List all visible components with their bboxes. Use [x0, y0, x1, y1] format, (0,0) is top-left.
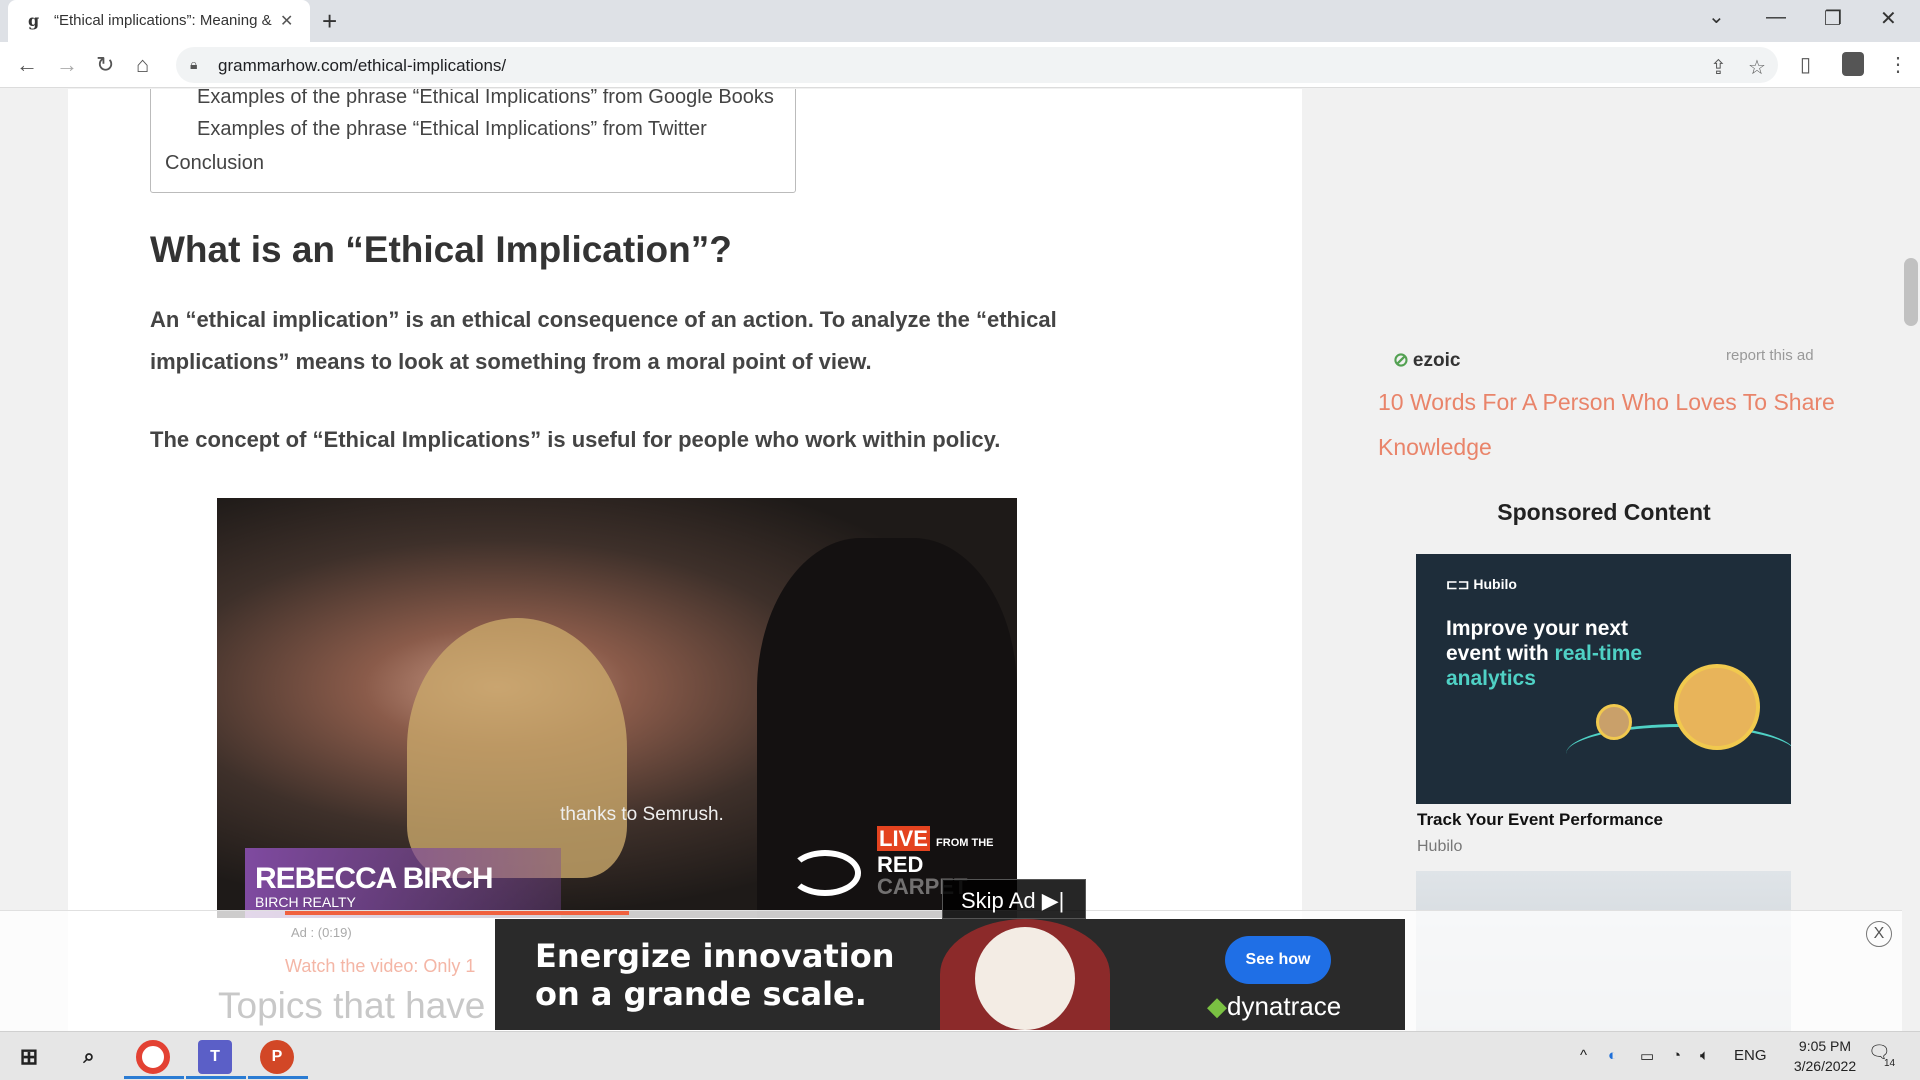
clock[interactable]: 9:05 PM 3/26/2022: [1770, 1036, 1880, 1076]
minimize-button[interactable]: —: [1766, 6, 1786, 29]
teams-icon[interactable]: T: [198, 1040, 232, 1074]
active-indicator: [248, 1076, 308, 1079]
tab-search-chevron-icon[interactable]: ⌄: [1708, 4, 1725, 29]
brand-from-the: FROM THE: [936, 837, 994, 849]
semrush-logo-icon: [789, 850, 861, 896]
language-indicator[interactable]: ENG: [1734, 1047, 1767, 1064]
address-bar[interactable]: 🔒︎ grammarhow.com/ethical-implications/ …: [176, 47, 1778, 83]
banner-headline: Energize innovation on a grande scale.: [535, 937, 894, 1013]
dynatrace-mark-icon: ◆: [1207, 991, 1227, 1021]
dynatrace-logo-text: dynatrace: [1227, 991, 1342, 1021]
close-tab-icon[interactable]: ✕: [280, 11, 293, 31]
new-tab-button[interactable]: +: [322, 6, 337, 37]
skip-ad-label: Skip Ad ▶|: [961, 888, 1065, 913]
close-ad-button[interactable]: X: [1866, 921, 1892, 947]
maximize-button[interactable]: ❐: [1824, 6, 1842, 31]
paragraph-line: implications” means to look at something…: [150, 349, 872, 374]
ad-progress-bar: [285, 911, 629, 915]
section-heading: What is an “Ethical Implication”?: [150, 229, 732, 270]
video-figure: [407, 618, 627, 878]
see-how-button[interactable]: See how: [1225, 936, 1331, 984]
scrollbar-thumb[interactable]: [1904, 258, 1918, 326]
url-text[interactable]: grammarhow.com/ethical-implications/: [218, 56, 506, 76]
close-window-button[interactable]: ✕: [1880, 6, 1897, 31]
watch-video-link[interactable]: Watch the video: Only 1: [285, 956, 475, 977]
taskbar: ⊞ ⌕ T P ^ ◐ ▭ ◔ 🔈︎ ENG 9:05 PM 3/26/2022…: [0, 1031, 1920, 1080]
toc-link[interactable]: Examples of the phrase “Ethical Implicat…: [197, 89, 774, 109]
table-of-contents: Examples of the phrase “Ethical Implicat…: [150, 89, 796, 193]
brand-live: LIVE: [877, 826, 930, 851]
notification-count: 14: [1884, 1058, 1896, 1069]
reload-icon[interactable]: ↻: [96, 52, 114, 78]
chevron-up-icon[interactable]: ^: [1580, 1047, 1587, 1064]
toc-link[interactable]: Examples of the phrase “Ethical Implicat…: [197, 118, 707, 141]
ad-timer: Ad : (0:19): [291, 925, 352, 940]
tab-title: “Ethical implications”: Meaning &: [54, 12, 272, 29]
sponsored-source: Hubilo: [1417, 838, 1463, 855]
powerpoint-icon[interactable]: P: [260, 1040, 294, 1074]
active-indicator: [124, 1076, 184, 1079]
report-ad-link[interactable]: report this ad: [1726, 347, 1814, 364]
home-icon[interactable]: ⌂: [136, 52, 149, 78]
ezoic-check-icon: ⊘: [1393, 350, 1409, 371]
bookmark-star-icon[interactable]: ☆: [1748, 55, 1766, 80]
avatar: [1596, 704, 1632, 740]
paragraph-line: An “ethical implication” is an ethical c…: [150, 307, 1057, 332]
ad-headline: Improve your next event with real-time a…: [1446, 616, 1666, 691]
active-indicator: [186, 1076, 246, 1079]
toc-link[interactable]: Conclusion: [165, 152, 264, 175]
sponsored-title[interactable]: Track Your Event Performance: [1417, 810, 1663, 830]
sponsored-ad-image[interactable]: ⊏⊐ Hubilo Improve your next event with r…: [1416, 554, 1791, 804]
profile-avatar[interactable]: [1842, 52, 1864, 76]
dynatrace-logo: ◆dynatrace: [1207, 991, 1341, 1022]
browser-toolbar: ← → ↻ ⌂ 🔒︎ grammarhow.com/ethical-implic…: [0, 42, 1920, 88]
banner-illustration: [975, 927, 1075, 1030]
speaker-name: REBECCA BIRCH: [255, 862, 494, 895]
battery-icon[interactable]: ▭: [1640, 1047, 1654, 1065]
clock-time: 9:05 PM: [1798, 1038, 1852, 1054]
search-icon[interactable]: ⌕: [72, 1040, 106, 1074]
sponsored-heading: Sponsored Content: [1497, 499, 1711, 525]
forward-icon[interactable]: →: [56, 52, 78, 78]
video-subtitle: thanks to Semrush.: [560, 804, 724, 825]
dynatrace-banner-ad[interactable]: Energize innovation on a grande scale. S…: [495, 919, 1405, 1030]
speaker-company: BIRCH REALTY: [255, 894, 356, 910]
topics-heading: Topics that have: [218, 985, 486, 1026]
wifi-icon[interactable]: ◔: [1672, 1047, 1681, 1064]
menu-kebab-icon[interactable]: ⋮: [1888, 52, 1908, 77]
skip-ad-button[interactable]: Skip Ad ▶|: [942, 879, 1086, 919]
related-article-link[interactable]: 10 Words For A Person Who Loves To Share…: [1378, 380, 1858, 470]
video-ad-player[interactable]: thanks to Semrush. REBECCA BIRCH BIRCH R…: [217, 498, 1017, 918]
active-tab[interactable]: g “Ethical implications”: Meaning & ✕: [8, 0, 310, 42]
clock-date: 3/26/2022: [1793, 1058, 1857, 1074]
side-panel-icon[interactable]: ▯: [1800, 52, 1811, 77]
ezoic-logo: ⊘ ezoic: [1393, 349, 1460, 372]
edge-tray-icon[interactable]: ◐: [1608, 1047, 1617, 1064]
share-icon[interactable]: ⇪: [1710, 55, 1727, 80]
banner-headline-line: Energize innovation: [535, 937, 895, 975]
hubilo-logo: ⊏⊐ Hubilo: [1446, 576, 1517, 592]
volume-icon[interactable]: 🔈︎: [1700, 1047, 1709, 1064]
chrome-icon[interactable]: [136, 1040, 170, 1074]
hubilo-logo-text: Hubilo: [1473, 576, 1517, 592]
windows-start-icon[interactable]: ⊞: [12, 1040, 46, 1074]
banner-headline-line: on a grande scale.: [535, 975, 867, 1013]
paragraph: The concept of “Ethical Implications” is…: [150, 427, 1001, 452]
favicon: g: [28, 11, 40, 30]
page-scrollbar[interactable]: [1902, 89, 1920, 1031]
ezoic-text: ezoic: [1412, 350, 1461, 371]
tab-strip: g “Ethical implications”: Meaning & ✕ + …: [0, 0, 1920, 42]
back-icon[interactable]: ←: [16, 52, 38, 78]
lock-icon[interactable]: 🔒︎: [190, 56, 197, 73]
avatar: [1674, 664, 1760, 750]
